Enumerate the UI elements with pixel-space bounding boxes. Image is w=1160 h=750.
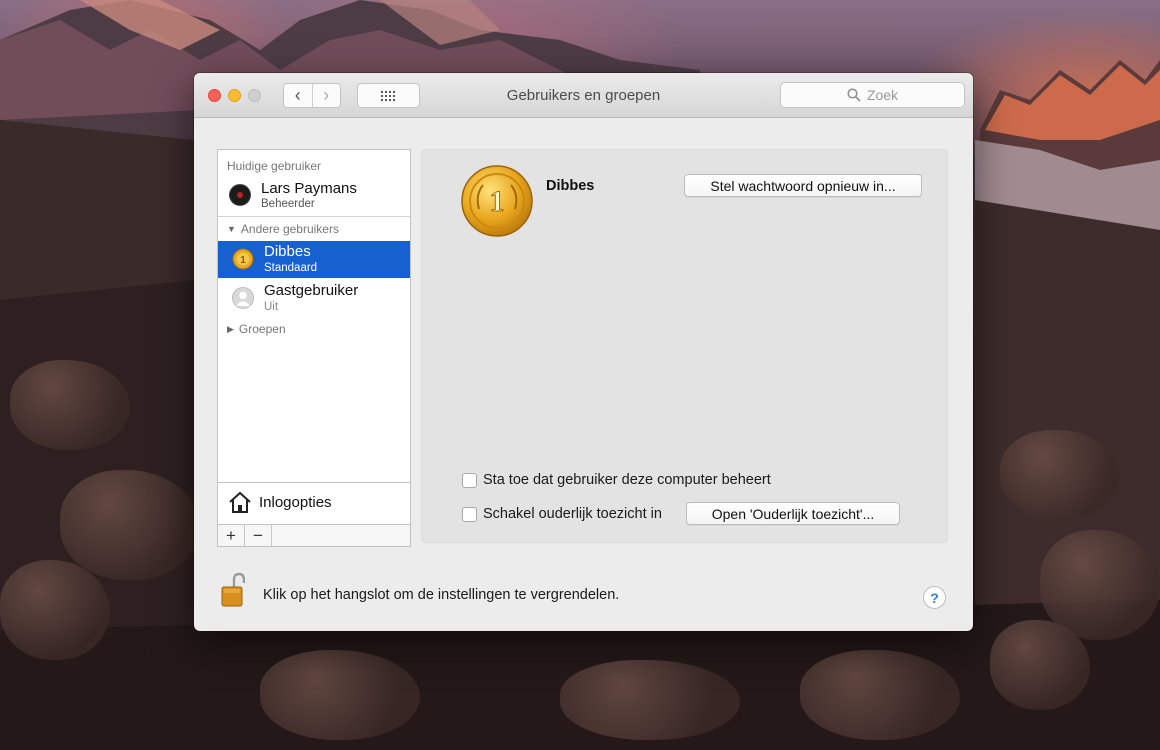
user-full-name: Dibbes <box>546 178 595 194</box>
user-row-current[interactable]: Lars Paymans Beheerder <box>218 176 410 216</box>
house-icon <box>229 491 251 513</box>
add-user-button[interactable]: + <box>218 525 245 546</box>
other-users-header[interactable]: ▼ Andere gebruikers <box>227 222 339 236</box>
user-row-dibbes[interactable]: 1 Dibbes Standaard <box>218 241 410 278</box>
parental-controls-label: Schakel ouderlijk toezicht in <box>483 506 662 522</box>
user-name-dibbes: Dibbes <box>264 243 311 260</box>
coin-avatar-icon: 1 <box>232 248 254 270</box>
allow-admin-label: Sta toe dat gebruiker deze computer behe… <box>483 472 771 488</box>
disclosure-down-icon: ▼ <box>227 224 236 234</box>
title-bar: ‹ › Gebruikers en groepen Zoek <box>194 73 973 118</box>
search-icon <box>847 88 861 102</box>
user-detail-panel: 1 Dibbes Stel wachtwoord opnieuw in... S… <box>421 149 948 543</box>
preferences-window: ‹ › Gebruikers en groepen Zoek Huidige g… <box>194 73 973 631</box>
current-user-role: Beheerder <box>261 198 315 210</box>
groups-header[interactable]: ▶ Groepen <box>227 322 286 336</box>
remove-user-button[interactable]: − <box>245 525 272 546</box>
help-button[interactable]: ? <box>923 586 946 609</box>
allow-admin-checkbox[interactable] <box>462 473 477 488</box>
user-role-dibbes: Standaard <box>264 262 318 274</box>
user-name-guest: Gastgebruiker <box>264 282 359 299</box>
svg-text:1: 1 <box>490 185 505 218</box>
user-list: Huidige gebruiker Lars Paymans Beheerder… <box>217 149 411 483</box>
divider <box>218 216 410 217</box>
lock-instruction-text: Klik op het hangslot om de instellingen … <box>263 587 620 603</box>
parental-controls-checkbox[interactable] <box>462 507 477 522</box>
search-field[interactable]: Zoek <box>780 82 965 108</box>
groups-label: Groepen <box>238 322 286 336</box>
login-options-item[interactable]: Inlogopties <box>217 483 411 525</box>
padlock-open-icon[interactable] <box>221 572 245 608</box>
disclosure-right-icon: ▶ <box>227 323 234 334</box>
other-users-label: Andere gebruikers <box>240 222 339 236</box>
guest-avatar-icon <box>232 287 254 309</box>
open-parental-controls-button[interactable]: Open 'Ouderlijk toezicht'... <box>686 502 900 525</box>
user-role-guest: Uit <box>264 301 279 313</box>
user-row-guest[interactable]: Gastgebruiker Uit <box>218 280 410 318</box>
reset-password-button[interactable]: Stel wachtwoord opnieuw in... <box>684 174 922 197</box>
coin-avatar-large-icon[interactable]: 1 <box>461 165 533 237</box>
current-user-name: Lars Paymans <box>261 180 357 197</box>
svg-text:1: 1 <box>240 255 246 266</box>
login-options-label: Inlogopties <box>259 494 332 511</box>
current-user-header: Huidige gebruiker <box>227 159 322 173</box>
add-remove-bar: + − <box>217 525 411 547</box>
search-placeholder: Zoek <box>866 87 899 103</box>
avatar <box>229 184 251 206</box>
